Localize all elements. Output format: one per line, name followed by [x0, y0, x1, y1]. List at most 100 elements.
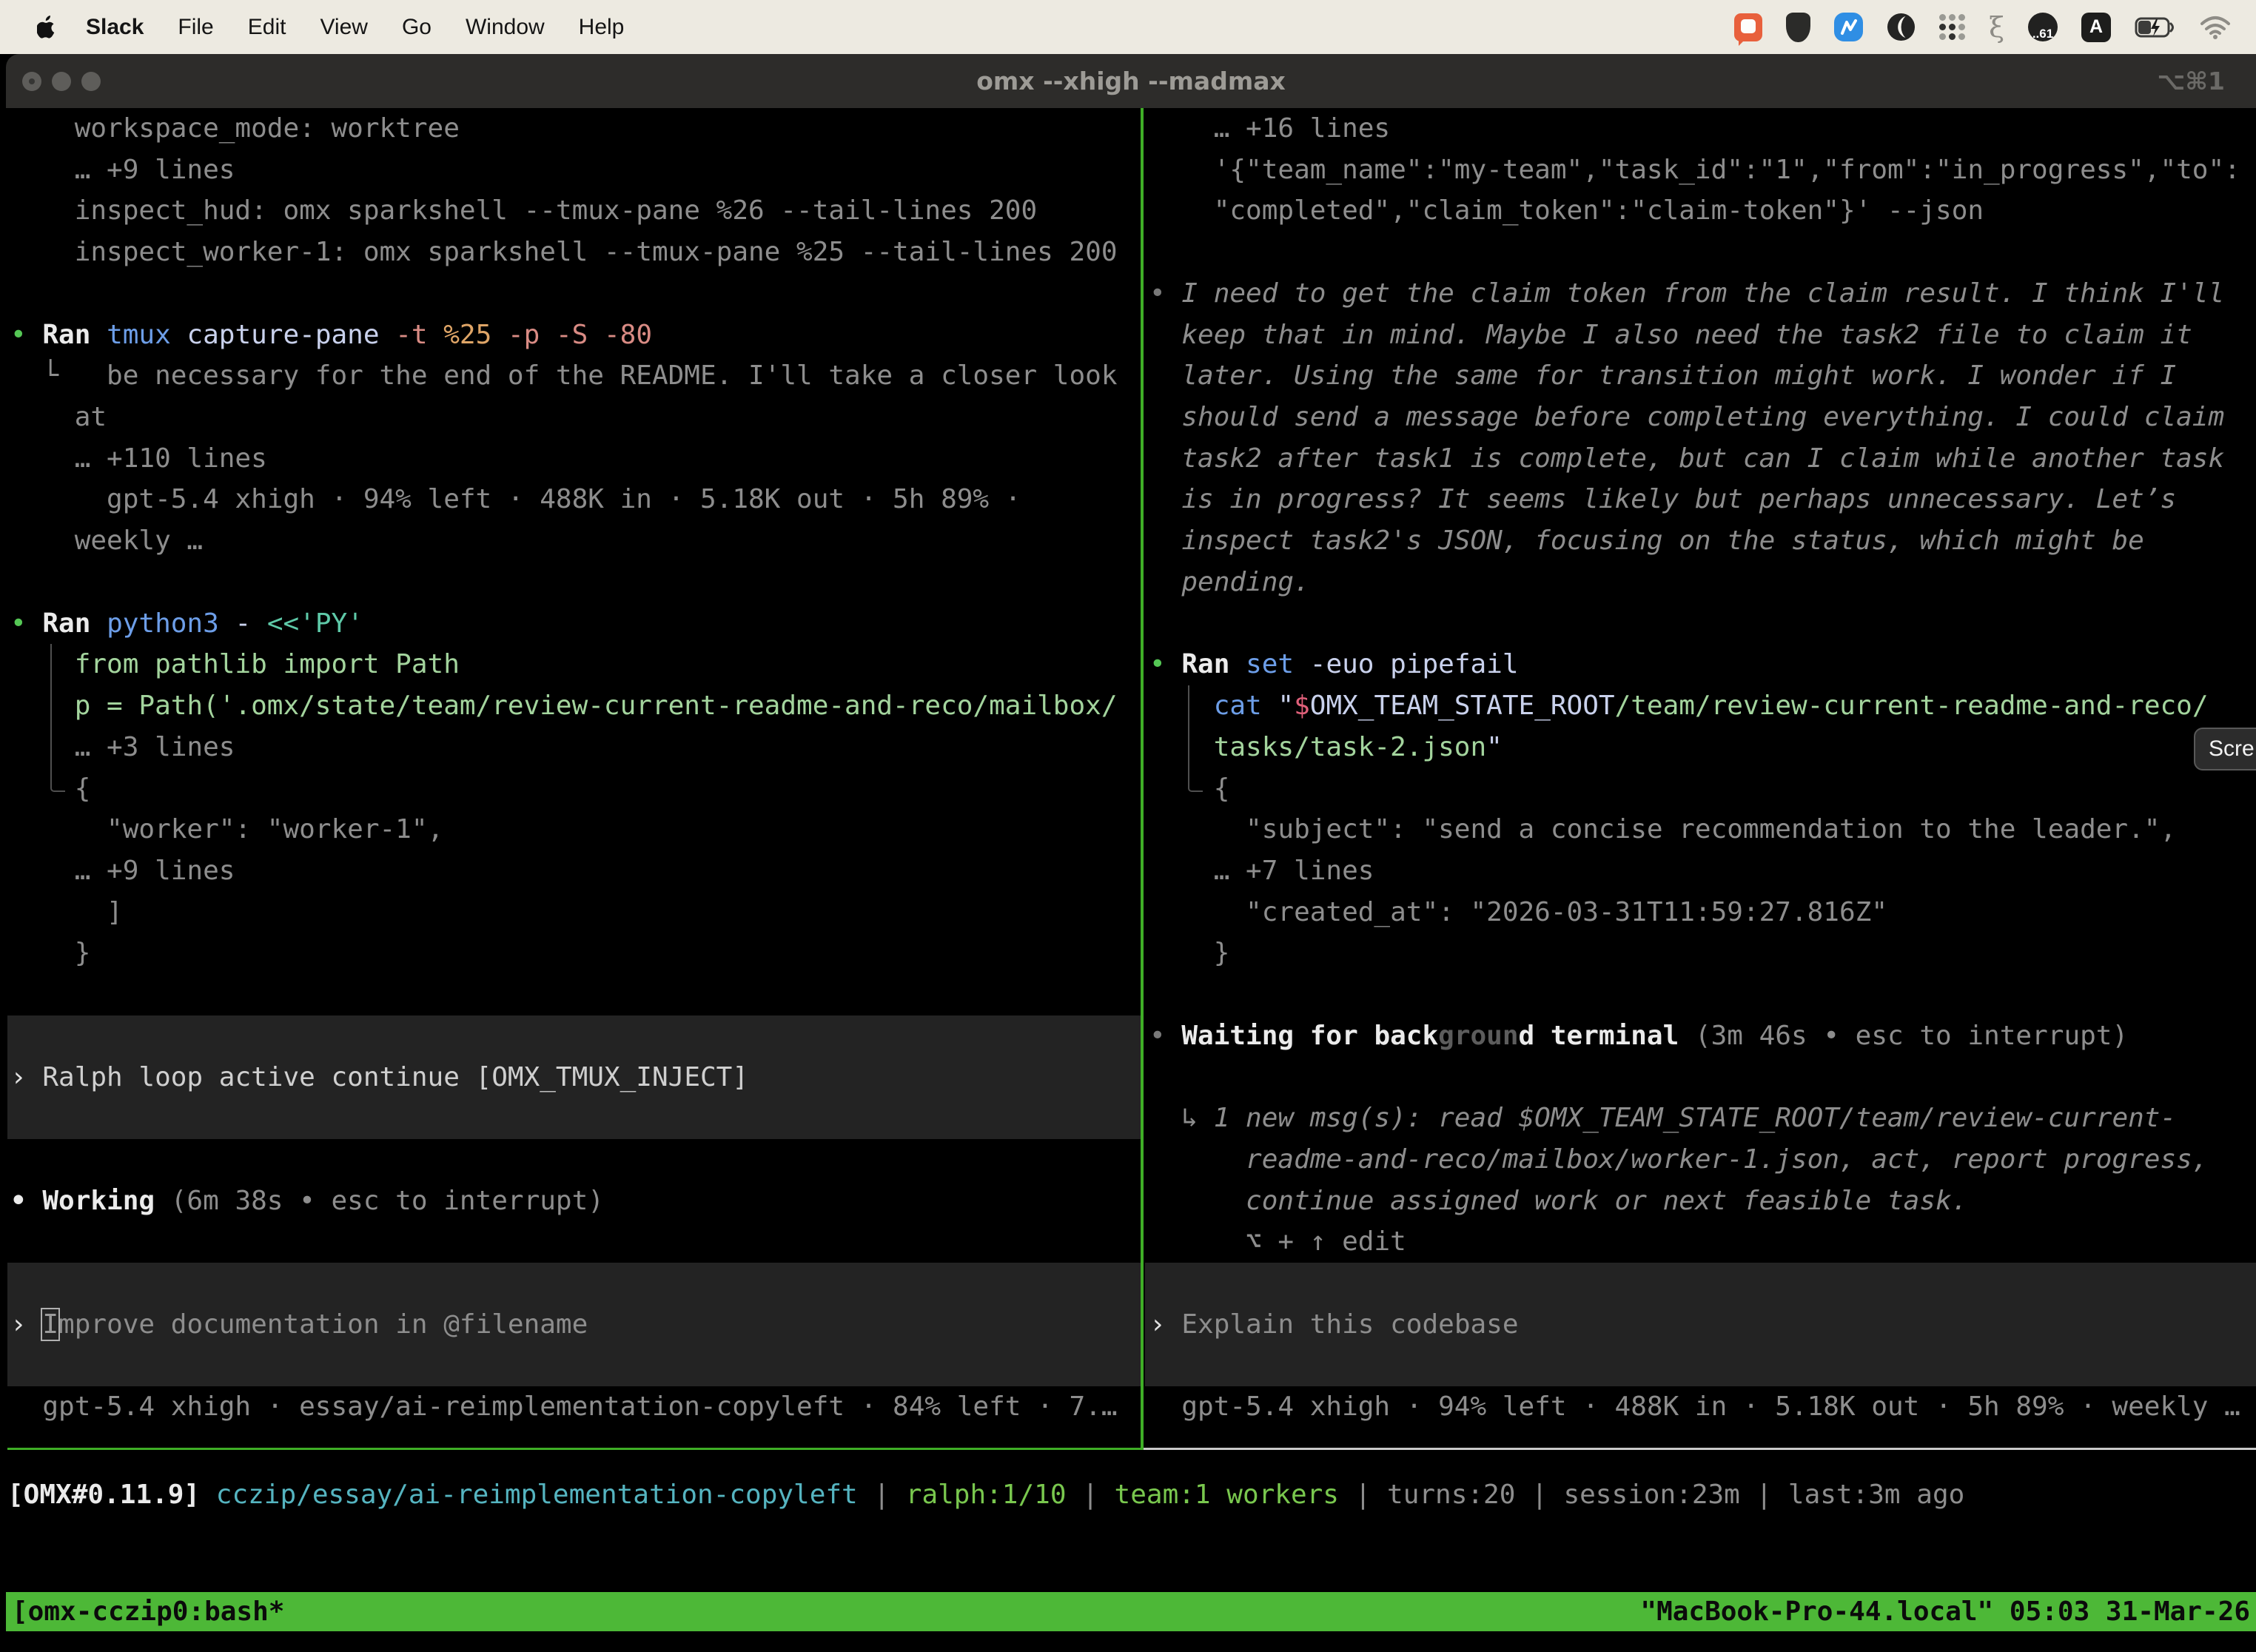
terminal-line: … +110 lines	[7, 438, 1141, 480]
dots-grid-icon[interactable]	[1939, 14, 1965, 40]
terminal-line: weekly …	[7, 520, 1141, 562]
text-segment: python3	[107, 608, 235, 639]
screen: { "menu_bar": { "app_name": "Slack", "me…	[0, 0, 2256, 1652]
menu-file[interactable]: File	[178, 15, 213, 40]
text-segment: … +3 lines	[10, 732, 235, 762]
text-segment: … +16 lines	[1149, 113, 1390, 144]
tmux-pane-right[interactable]: … +16 lines '{"team_name":"my-team","tas…	[1145, 108, 2256, 1448]
terminal-content: workspace_mode: worktree … +9 lines insp…	[7, 108, 2256, 1450]
prompt-input[interactable]: › Explain this codebase	[1145, 1263, 2256, 1386]
terminal-line: "created_at": "2026-03-31T11:59:27.816Z"	[1145, 892, 2256, 933]
terminal-line: readme-and-reco/mailbox/worker-1.json, a…	[1145, 1139, 2256, 1181]
text-segment: /team/review-current-readme-and-reco/	[1615, 691, 2209, 721]
screen-tooltip: Scre	[2194, 728, 2256, 770]
menu-app-name[interactable]: Slack	[86, 15, 144, 40]
terminal-line: • I need to get the claim token from the…	[1145, 273, 2256, 315]
wifi-icon[interactable]	[2200, 16, 2231, 39]
keyboard-layout-letter: A	[2089, 16, 2103, 38]
pane-bottom-border-inactive	[1144, 1448, 2256, 1450]
text-segment: |	[1740, 1480, 1788, 1510]
apple-menu-icon[interactable]	[37, 16, 56, 38]
text-segment: -80	[604, 320, 652, 350]
text-segment: … +7 lines	[1149, 856, 1374, 886]
text-segment: ⌥ + ↑ edit	[1149, 1226, 1406, 1257]
terminal-line: "worker": "worker-1",	[7, 809, 1141, 850]
battery-percent-badge-icon[interactable]: ..61	[2028, 13, 2058, 41]
text-segment: … +9 lines	[10, 856, 235, 886]
terminal-line: {	[1145, 768, 2256, 810]
blank-line	[7, 1221, 1141, 1263]
terminal-line: from pathlib import Path	[7, 644, 1141, 685]
keyboard-layout-icon[interactable]: A	[2081, 13, 2111, 42]
bullet-icon: •	[10, 320, 42, 350]
text-segment: •	[10, 1186, 42, 1216]
bullet-icon: •	[10, 608, 42, 639]
text-segment: from pathlib import Path	[10, 649, 460, 679]
battery-percent-text: ..61	[2032, 27, 2053, 41]
terminal-line: … +3 lines	[7, 727, 1141, 768]
text-segment: keep that in mind. Maybe I also need the…	[1149, 320, 2192, 350]
text-segment: "	[1486, 732, 1503, 762]
prompt-chevron-icon: ›	[10, 1062, 42, 1092]
text-segment: (3m 46s • esc to interrupt)	[1679, 1021, 2128, 1051]
text-segment: {	[1149, 773, 1229, 804]
menu-window[interactable]: Window	[466, 15, 545, 40]
text-segment: … +110 lines	[10, 443, 267, 474]
terminal-line: ⌥ + ↑ edit	[1145, 1221, 2256, 1263]
shield-grid-icon[interactable]	[1786, 13, 1810, 42]
text-segment: should send a message before completing …	[1149, 402, 2224, 432]
blank-line	[7, 273, 1141, 315]
menu-help[interactable]: Help	[579, 15, 625, 40]
text-segment: gpt-5.4 xhigh · essay/ai-reimplementatio…	[10, 1391, 1118, 1422]
text-segment: … +9 lines	[10, 155, 235, 185]
blank-line	[7, 1139, 1141, 1181]
squiggle-icon[interactable]: ξ	[1989, 13, 2004, 41]
tmux-pane-left[interactable]: workspace_mode: worktree … +9 lines insp…	[7, 108, 1141, 1448]
tmux-host-clock: "MacBook-Pro-44.local" 05:03 31-Mar-26	[1640, 1596, 2250, 1627]
blank-line	[1145, 1057, 2256, 1098]
text-segment: "	[1278, 691, 1294, 721]
text-segment: pending.	[1149, 567, 1310, 597]
terminal-line: gpt-5.4 xhigh · 94% left · 488K in · 5.1…	[7, 479, 1141, 520]
crescent-app-icon[interactable]	[1887, 13, 1916, 41]
window-title-bar: omx --xhigh --madmax ⌥⌘1	[6, 54, 2256, 108]
terminal-line: {	[7, 768, 1141, 810]
text-segment: -	[235, 608, 266, 639]
text-segment: I need to get the claim token from the c…	[1181, 278, 2224, 309]
pane-bottom-border-active	[7, 1448, 1144, 1450]
text-segment: gpt-5.4 xhigh · 94% left · 488K in · 5.1…	[10, 484, 1021, 514]
menu-view[interactable]: View	[320, 15, 367, 40]
prompt-input[interactable]: › Improve documentation in @filename	[7, 1263, 1141, 1386]
terminal-line: cat "$OMX_TEAM_STATE_ROOT/team/review-cu…	[1145, 685, 2256, 727]
terminal-line: inspect_hud: omx sparkshell --tmux-pane …	[7, 190, 1141, 232]
terminal-line: keep that in mind. Maybe I also need the…	[1145, 315, 2256, 356]
menu-go[interactable]: Go	[402, 15, 432, 40]
terminal-line: is in progress? It seems likely but perh…	[1145, 479, 2256, 520]
text-segment: ralph:1/10	[906, 1480, 1067, 1510]
terminal-line: gpt-5.4 xhigh · essay/ai-reimplementatio…	[7, 1386, 1141, 1428]
text-segment: Explain this codebase	[1181, 1309, 1518, 1340]
text-segment: %25	[443, 320, 508, 350]
chat-app-icon[interactable]	[1734, 13, 1762, 41]
text-segment: tmux	[107, 320, 187, 350]
text-segment: d terminal	[1519, 1021, 1679, 1051]
text-cursor: I	[42, 1309, 58, 1340]
text-segment: Ran	[42, 320, 107, 350]
blank-line	[1145, 603, 2256, 645]
menu-edit[interactable]: Edit	[248, 15, 286, 40]
prompt-input[interactable]: › Ralph loop active continue [OMX_TMUX_I…	[7, 1015, 1141, 1139]
bullet-icon: •	[1149, 278, 1181, 309]
text-segment	[200, 1480, 216, 1510]
text-segment: └	[10, 360, 107, 391]
blue-zigzag-icon[interactable]	[1834, 13, 1863, 41]
text-segment: }	[10, 938, 90, 968]
text-segment: Ran	[1181, 649, 1246, 679]
window-title: omx --xhigh --madmax	[6, 67, 2256, 95]
battery-icon[interactable]	[2135, 17, 2176, 38]
text-segment: continue assigned work or next feasible …	[1149, 1186, 1967, 1216]
terminal-line: should send a message before completing …	[1145, 397, 2256, 438]
pane-divider[interactable]	[1141, 108, 1144, 1448]
text-segment: Waiting for back	[1181, 1021, 1438, 1051]
blank-line	[7, 974, 1141, 1015]
tmux-session-window: [omx-cczip0:bash*	[12, 1596, 284, 1627]
